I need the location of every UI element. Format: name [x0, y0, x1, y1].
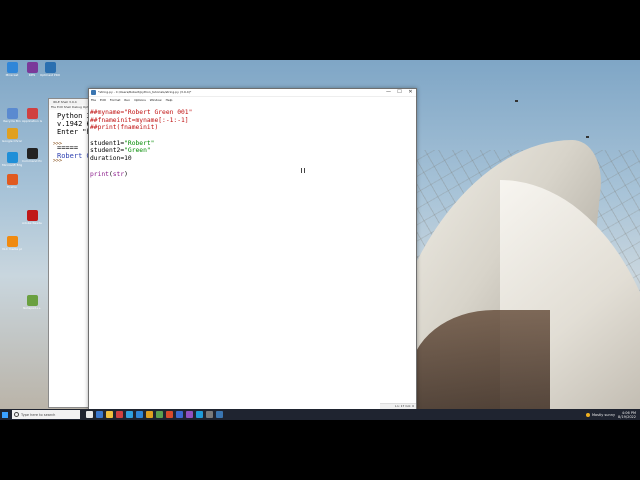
app-icon: [26, 148, 38, 159]
minimize-button[interactable]: —: [383, 89, 394, 96]
taskbar-app-icon[interactable]: [116, 411, 123, 418]
shell-line: Robert G: [57, 152, 91, 160]
code-line: duration=10: [90, 155, 132, 163]
shell-line: Python 3: [57, 112, 91, 120]
shell-prompt: >>>: [53, 141, 63, 147]
desktop-icon-label: Command Prompt: [22, 159, 42, 163]
text-cursor: [301, 168, 305, 173]
taskbar-app-icon[interactable]: [216, 411, 223, 418]
menu-edit[interactable]: Edit: [100, 97, 106, 103]
menu-options[interactable]: Options: [134, 97, 146, 103]
taskbar-app-icon[interactable]: [196, 411, 203, 418]
taskbar-app-icon[interactable]: [96, 411, 103, 418]
system-tray: Mostly sunny 4:06 PM 8/19/2022: [585, 411, 640, 419]
app-icon: [6, 128, 18, 139]
menu-run[interactable]: Run: [124, 97, 130, 103]
clock[interactable]: 4:06 PM 8/19/2022: [618, 411, 636, 419]
desktop-icon[interactable]: Recycle Bin: [2, 108, 22, 123]
desktop-icon[interactable]: Microsoft Edge: [2, 152, 22, 167]
desktop-icon[interactable]: Application Generator: [22, 108, 42, 123]
desktop-icon-label: Google Chrome: [2, 139, 22, 143]
code-line: ##print(fnameinit): [90, 124, 159, 132]
desktop-icon[interactable]: VLC media player: [2, 236, 22, 251]
desktop-icon[interactable]: Firefox: [2, 174, 22, 189]
desktop-icon[interactable]: Adobe Reader: [22, 210, 42, 225]
editor-title: *string.py - C:/Users/Robert/python_tuto…: [98, 90, 192, 94]
weather-widget[interactable]: Mostly sunny: [585, 412, 616, 417]
code-line: ##myname="Robert Green 001": [90, 109, 193, 116]
app-icon: [26, 210, 38, 221]
code-line: print(str): [90, 170, 128, 178]
desktop-icon[interactable]: Google Chrome: [2, 128, 22, 143]
editor-menubar: File Edit Format Run Options Window Help: [89, 97, 416, 103]
code-line: student1="Robert": [90, 139, 155, 147]
app-icon: [6, 174, 18, 185]
desktop-icon[interactable]: Miracast: [2, 62, 22, 77]
desktop-icon-label: Application Generator: [22, 119, 42, 123]
windows-icon: [2, 411, 8, 418]
python-file-icon: [91, 90, 96, 95]
app-icon: [26, 62, 38, 73]
maximize-button[interactable]: ☐: [394, 89, 405, 96]
app-icon: [6, 62, 18, 73]
desktop: Miracast KPIS OptiCast PRO System Recycle B…: [0, 60, 640, 420]
desktop-icon-label: Recycle Bin: [3, 119, 21, 123]
taskbar-app-icon[interactable]: [156, 411, 163, 418]
code-editor[interactable]: ##myname="Robert Green 001" ##fnameinit=m…: [90, 109, 416, 178]
start-button[interactable]: [0, 409, 10, 420]
desktop-icon-label: OptiCast PRO System: [40, 73, 60, 77]
close-button[interactable]: ✕: [405, 89, 416, 96]
desktop-icon-label: Microsoft Edge: [2, 163, 22, 167]
weather-text: Mostly sunny: [591, 412, 616, 417]
desktop-icon-label: Firefox: [7, 185, 17, 189]
app-icon: [26, 295, 38, 306]
app-icon: [44, 62, 56, 73]
shell-line: Enter "h: [57, 128, 91, 136]
menu-file[interactable]: File: [91, 97, 96, 103]
taskbar-app-icon[interactable]: [106, 411, 113, 418]
taskbar-app-icon[interactable]: [136, 411, 143, 418]
clock-date: 8/19/2022: [618, 414, 636, 419]
shell-line: v.1942 6: [57, 120, 91, 128]
menu-help[interactable]: Help: [166, 97, 173, 103]
app-icon: [26, 108, 38, 119]
desktop-icon-label: Miracast: [5, 73, 19, 77]
app-icon: [6, 152, 18, 163]
taskbar-app-icon[interactable]: [86, 411, 93, 418]
desktop-icon-label: VLC media player: [2, 247, 22, 251]
taskbar-app-icon[interactable]: [186, 411, 193, 418]
desktop-icon[interactable]: OptiCast PRO System: [40, 62, 60, 77]
taskbar-app-icon[interactable]: [176, 411, 183, 418]
taskbar: Type here to search Mostly sunny 4:06 PM…: [0, 409, 640, 420]
sun-icon: [585, 412, 590, 417]
desktop-icon[interactable]: Command Prompt: [22, 148, 42, 163]
shell-prompt: >>>: [53, 158, 63, 164]
desktop-icon-label: Notepad++: [23, 306, 41, 310]
search-placeholder: Type here to search: [21, 412, 56, 417]
taskbar-app-icon[interactable]: [206, 411, 213, 418]
desktop-icon-label: KPIS: [28, 73, 36, 77]
pinned-apps: [86, 411, 223, 418]
editor-titlebar[interactable]: *string.py - C:/Users/Robert/python_tuto…: [89, 89, 416, 97]
taskbar-app-icon[interactable]: [126, 411, 133, 418]
desktop-icon[interactable]: Notepad++: [22, 295, 42, 310]
taskbar-app-icon[interactable]: [146, 411, 153, 418]
taskbar-app-icon[interactable]: [166, 411, 173, 418]
menu-format[interactable]: Format: [110, 97, 121, 103]
desktop-icon-label: Adobe Reader: [22, 221, 42, 225]
app-icon: [6, 236, 18, 247]
search-icon: [14, 412, 19, 417]
wallpaper-bird: [586, 136, 589, 138]
taskbar-search[interactable]: Type here to search: [12, 410, 80, 419]
app-icon: [6, 108, 18, 119]
idle-editor-window[interactable]: *string.py - C:/Users/Robert/python_tuto…: [88, 88, 417, 410]
wallpaper-bird: [515, 100, 518, 102]
desktop-icon[interactable]: KPIS: [22, 62, 42, 77]
code-line: ##fnameinit=myname[:-1:-1]: [90, 116, 189, 124]
code-line: student2="Green": [90, 147, 151, 155]
menu-window[interactable]: Window: [150, 97, 162, 103]
